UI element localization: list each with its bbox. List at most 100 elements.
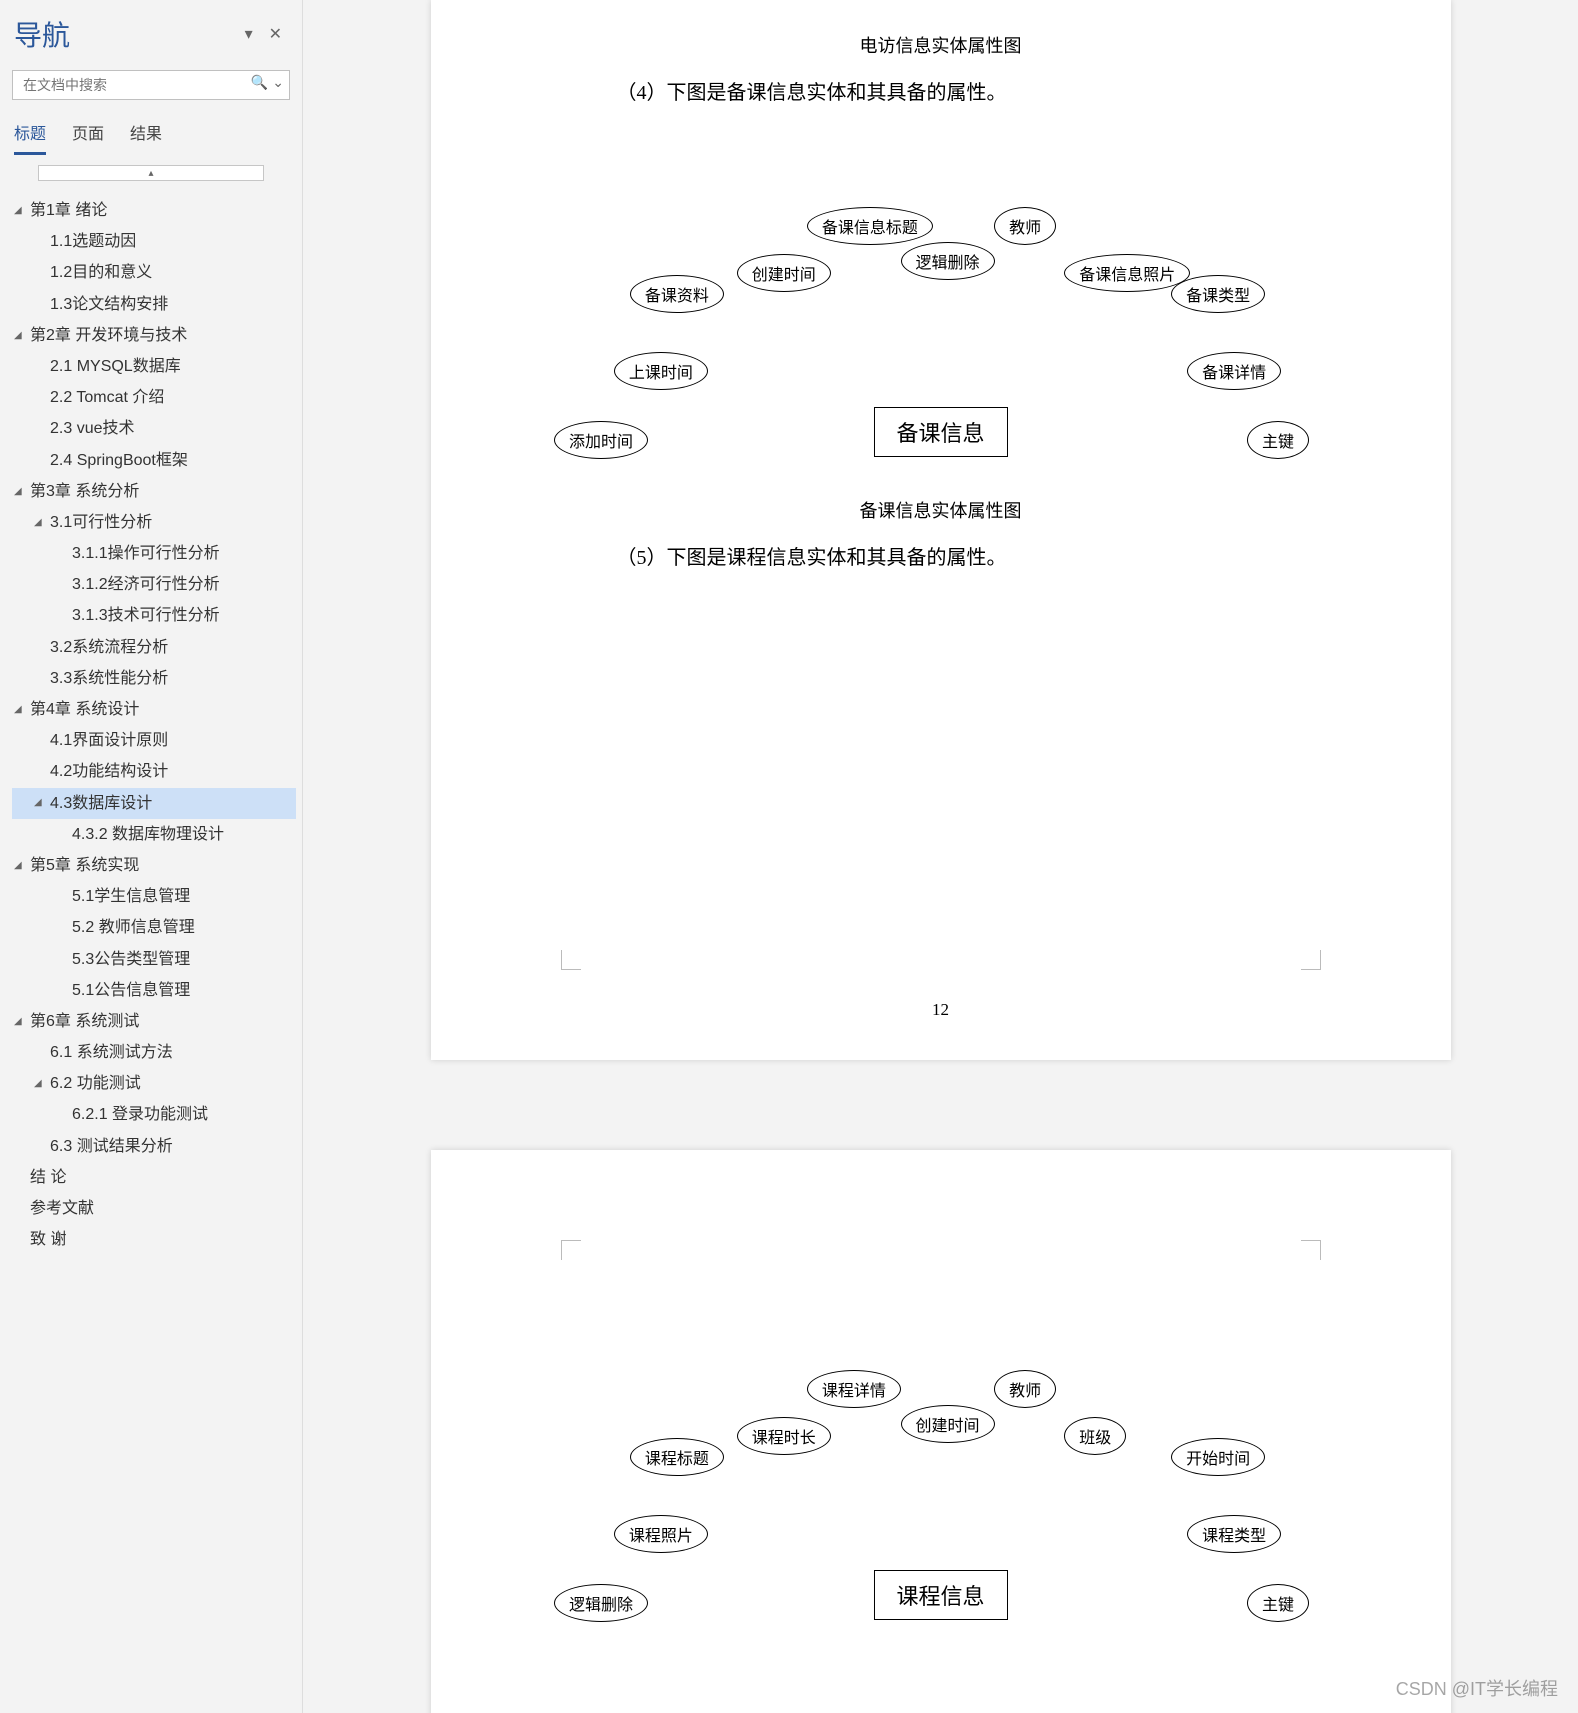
outline-label: 第1章 绪论 xyxy=(30,195,107,226)
outline-item[interactable]: 6.2.1 登录功能测试 xyxy=(12,1099,296,1130)
navigation-pane: 导航 ▾ ✕ 🔍 ⌄ 标题页面结果 ▴ ◢第1章 绪论1.1选题动因1.2目的和… xyxy=(0,0,303,1713)
attribute-bubble: 主键 xyxy=(1247,1584,1309,1622)
outline-item[interactable]: 4.2功能结构设计 xyxy=(12,756,296,787)
search-icon[interactable]: 🔍 xyxy=(251,74,268,91)
outline-item[interactable]: 1.3论文结构安排 xyxy=(12,289,296,320)
nav-header: 导航 ▾ ✕ xyxy=(0,0,302,64)
outline-label: 2.1 MYSQL数据库 xyxy=(50,351,181,382)
close-icon[interactable]: ✕ xyxy=(261,20,290,48)
outline-item[interactable]: 4.1界面设计原则 xyxy=(12,725,296,756)
outline-item[interactable]: ◢第1章 绪论 xyxy=(12,195,296,226)
outline-item[interactable]: 3.2系统流程分析 xyxy=(12,632,296,663)
document-area[interactable]: 电访信息实体属性图 （4）下图是备课信息实体和其具备的属性。 备课信息 添加时间… xyxy=(303,0,1578,1713)
outline-item[interactable]: 1.2目的和意义 xyxy=(12,257,296,288)
outline-label: 1.1选题动因 xyxy=(50,226,136,257)
outline-item[interactable]: ◢4.3数据库设计 xyxy=(12,788,296,819)
caret-icon: ◢ xyxy=(34,513,50,533)
attribute-bubble: 备课类型 xyxy=(1171,275,1265,313)
caption: 电访信息实体属性图 xyxy=(511,32,1371,58)
outline-label: 致 谢 xyxy=(30,1224,66,1255)
caption: 备课信息实体属性图 xyxy=(511,497,1371,523)
outline-label: 4.2功能结构设计 xyxy=(50,756,168,787)
search-dropdown-icon[interactable]: ⌄ xyxy=(272,74,284,91)
outline-item[interactable]: 2.2 Tomcat 介绍 xyxy=(12,382,296,413)
outline-label: 5.3公告类型管理 xyxy=(72,944,190,975)
outline-label: 2.2 Tomcat 介绍 xyxy=(50,382,164,413)
outline-item[interactable]: ◢第6章 系统测试 xyxy=(12,1006,296,1037)
outline-item[interactable]: 6.3 测试结果分析 xyxy=(12,1131,296,1162)
outline-label: 3.1.3技术可行性分析 xyxy=(72,600,220,631)
search-input[interactable] xyxy=(12,70,290,100)
outline-item[interactable]: 5.2 教师信息管理 xyxy=(12,912,296,943)
outline-label: 4.3数据库设计 xyxy=(50,788,152,819)
attribute-bubble: 课程详情 xyxy=(807,1370,901,1408)
caret-icon: ◢ xyxy=(14,856,30,876)
nav-tabs: 标题页面结果 xyxy=(0,108,302,155)
entity-box: 备课信息 xyxy=(873,407,1007,457)
outline-item[interactable]: 5.3公告类型管理 xyxy=(12,944,296,975)
outline-label: 6.1 系统测试方法 xyxy=(50,1037,173,1068)
attribute-bubble: 备课信息标题 xyxy=(807,207,933,245)
outline-tree: ◢第1章 绪论1.1选题动因1.2目的和意义1.3论文结构安排◢第2章 开发环境… xyxy=(0,189,302,1713)
nav-title: 导航 xyxy=(14,14,237,54)
outline-item[interactable]: 2.4 SpringBoot框架 xyxy=(12,445,296,476)
outline-item[interactable]: 参考文献 xyxy=(12,1193,296,1224)
outline-item[interactable]: 结 论 xyxy=(12,1162,296,1193)
outline-label: 3.3系统性能分析 xyxy=(50,663,168,694)
er-diagram-1: 备课信息 添加时间上课时间备课资料创建时间备课信息标题逻辑删除教师备课信息照片备… xyxy=(581,117,1301,457)
watermark: CSDN @IT学长编程 xyxy=(1396,1675,1558,1701)
tab-标题[interactable]: 标题 xyxy=(14,114,46,155)
outline-label: 4.1界面设计原则 xyxy=(50,725,168,756)
outline-label: 3.1.2经济可行性分析 xyxy=(72,569,220,600)
outline-label: 6.3 测试结果分析 xyxy=(50,1131,173,1162)
jump-bar[interactable]: ▴ xyxy=(38,165,264,181)
outline-item[interactable]: ◢6.2 功能测试 xyxy=(12,1068,296,1099)
attribute-bubble: 逻辑删除 xyxy=(901,242,995,280)
outline-label: 1.3论文结构安排 xyxy=(50,289,168,320)
attribute-bubble: 创建时间 xyxy=(737,254,831,292)
outline-label: 6.2 功能测试 xyxy=(50,1068,141,1099)
caret-icon: ◢ xyxy=(14,700,30,720)
outline-item[interactable]: 致 谢 xyxy=(12,1224,296,1255)
outline-item[interactable]: 5.1公告信息管理 xyxy=(12,975,296,1006)
outline-item[interactable]: 2.1 MYSQL数据库 xyxy=(12,351,296,382)
outline-item[interactable]: 4.3.2 数据库物理设计 xyxy=(12,819,296,850)
outline-item[interactable]: 3.1.3技术可行性分析 xyxy=(12,600,296,631)
outline-label: 2.4 SpringBoot框架 xyxy=(50,445,188,476)
entity-box: 课程信息 xyxy=(873,1570,1007,1620)
outline-item[interactable]: ◢第5章 系统实现 xyxy=(12,850,296,881)
tab-页面[interactable]: 页面 xyxy=(72,114,104,155)
attribute-bubble: 备课详情 xyxy=(1187,352,1281,390)
outline-item[interactable]: 5.1学生信息管理 xyxy=(12,881,296,912)
attribute-bubble: 开始时间 xyxy=(1171,1438,1265,1476)
outline-label: 参考文献 xyxy=(30,1193,94,1224)
outline-item[interactable]: 3.3系统性能分析 xyxy=(12,663,296,694)
search-container: 🔍 ⌄ xyxy=(0,64,302,108)
dropdown-icon[interactable]: ▾ xyxy=(237,20,261,48)
tab-结果[interactable]: 结果 xyxy=(130,114,162,155)
outline-label: 第2章 开发环境与技术 xyxy=(30,320,187,351)
outline-item[interactable]: ◢第4章 系统设计 xyxy=(12,694,296,725)
outline-item[interactable]: 1.1选题动因 xyxy=(12,226,296,257)
outline-item[interactable]: 2.3 vue技术 xyxy=(12,413,296,444)
outline-item[interactable]: ◢3.1可行性分析 xyxy=(12,507,296,538)
outline-item[interactable]: ◢第2章 开发环境与技术 xyxy=(12,320,296,351)
attribute-bubble: 课程时长 xyxy=(737,1417,831,1455)
attribute-bubble: 主键 xyxy=(1247,421,1309,459)
outline-label: 5.1学生信息管理 xyxy=(72,881,190,912)
outline-label: 第6章 系统测试 xyxy=(30,1006,139,1037)
attribute-bubble: 教师 xyxy=(994,207,1056,245)
outline-label: 4.3.2 数据库物理设计 xyxy=(72,819,224,850)
outline-item[interactable]: ◢第3章 系统分析 xyxy=(12,476,296,507)
outline-label: 第5章 系统实现 xyxy=(30,850,139,881)
outline-item[interactable]: 3.1.2经济可行性分析 xyxy=(12,569,296,600)
attribute-bubble: 课程照片 xyxy=(614,1515,708,1553)
page-2: 课程信息 逻辑删除课程照片课程标题课程时长课程详情创建时间教师班级开始时间课程类… xyxy=(431,1150,1451,1713)
outline-label: 5.2 教师信息管理 xyxy=(72,912,195,943)
outline-item[interactable]: 6.1 系统测试方法 xyxy=(12,1037,296,1068)
outline-item[interactable]: 3.1.1操作可行性分析 xyxy=(12,538,296,569)
page-1: 电访信息实体属性图 （4）下图是备课信息实体和其具备的属性。 备课信息 添加时间… xyxy=(431,0,1451,1060)
attribute-bubble: 逻辑删除 xyxy=(554,1584,648,1622)
outline-label: 5.1公告信息管理 xyxy=(72,975,190,1006)
attribute-bubble: 课程类型 xyxy=(1187,1515,1281,1553)
